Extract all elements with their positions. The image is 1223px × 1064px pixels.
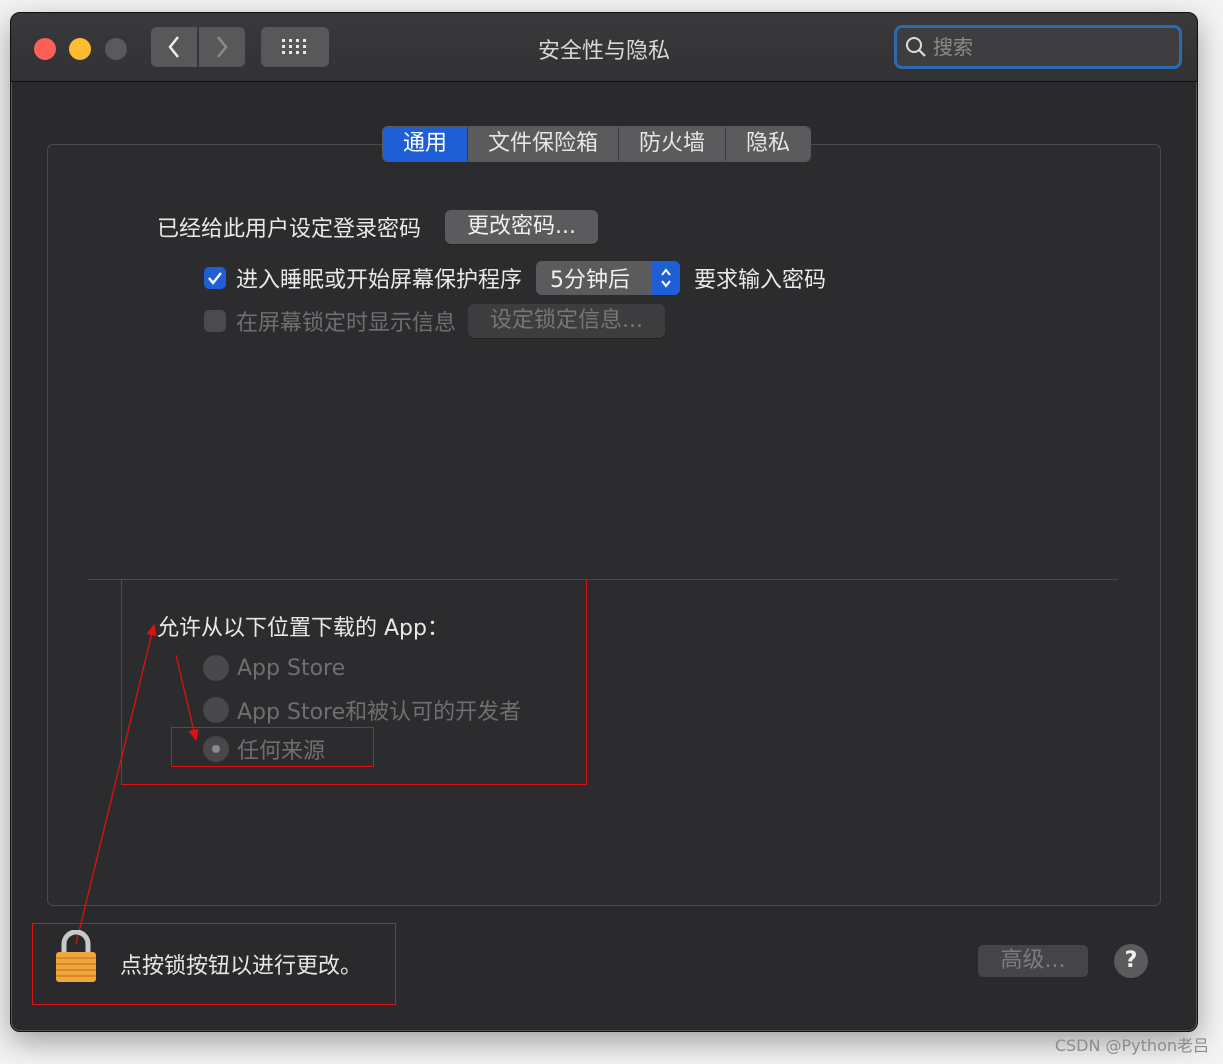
- advanced-button[interactable]: 高级...: [978, 945, 1088, 977]
- checkmark-icon: [208, 272, 222, 285]
- search-icon: [905, 36, 927, 58]
- password-delay-select[interactable]: 5分钟后: [536, 261, 681, 295]
- show-lock-message-label: 在屏幕锁定时显示信息: [236, 311, 457, 336]
- tab-general[interactable]: 通用: [383, 127, 469, 161]
- annotation-box-anywhere: [171, 727, 374, 767]
- login-password-row: 已经给此用户设定登录密码 更改密码...: [157, 210, 598, 244]
- tab-filevault[interactable]: 文件保险箱: [468, 127, 620, 161]
- set-lock-message-button[interactable]: 设定锁定信息...: [468, 304, 665, 338]
- tab-bar: 通用 文件保险箱 防火墙 隐私: [382, 126, 812, 162]
- tab-privacy[interactable]: 隐私: [726, 127, 811, 161]
- search-field[interactable]: [894, 25, 1182, 69]
- password-delay-value: 5分钟后: [550, 268, 631, 293]
- show-lock-message-checkbox[interactable]: [204, 310, 226, 332]
- updown-chevron-icon: [652, 261, 681, 295]
- tab-firewall[interactable]: 防火墙: [619, 127, 727, 161]
- lock-icon[interactable]: [44, 929, 108, 986]
- title-bar: 安全性与隐私: [11, 13, 1197, 82]
- search-input[interactable]: [931, 34, 1165, 60]
- require-password-checkbox[interactable]: [204, 267, 226, 289]
- require-password-label: 进入睡眠或开始屏幕保护程序: [236, 268, 523, 293]
- settings-panel: [47, 144, 1161, 906]
- require-password-row: 进入睡眠或开始屏幕保护程序 5分钟后 要求输入密码: [204, 261, 826, 295]
- help-button[interactable]: ?: [1114, 944, 1148, 978]
- lock-hint-text: 点按锁按钮以进行更改。: [120, 954, 363, 979]
- require-password-suffix: 要求输入密码: [694, 268, 827, 293]
- login-password-label: 已经给此用户设定登录密码: [157, 217, 422, 242]
- change-password-button[interactable]: 更改密码...: [445, 210, 598, 244]
- watermark: CSDN @Python老吕: [1054, 1036, 1209, 1055]
- lock-message-row: 在屏幕锁定时显示信息 设定锁定信息...: [204, 304, 665, 338]
